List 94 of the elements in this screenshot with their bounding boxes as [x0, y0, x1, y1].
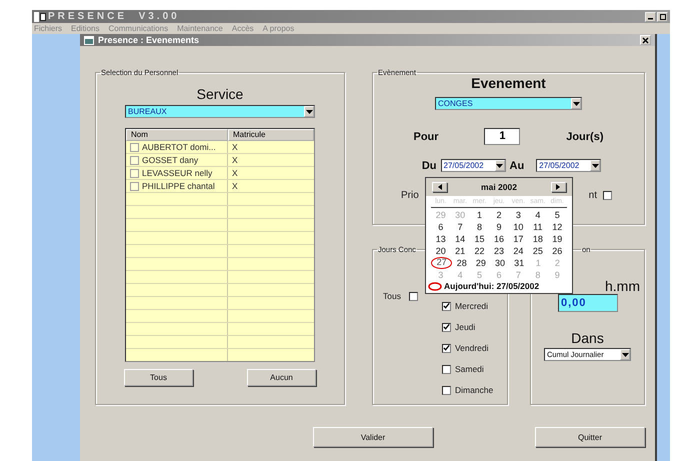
calendar-day[interactable]: 25	[528, 245, 548, 257]
calendar-day[interactable]: 7	[450, 221, 470, 233]
calendar-day[interactable]: 5	[548, 209, 567, 221]
select-all-button[interactable]: Tous	[124, 369, 193, 386]
maximize-button[interactable]	[657, 12, 668, 22]
day-label: Mercredi	[454, 301, 488, 311]
calendar-day[interactable]: 16	[489, 233, 509, 245]
to-date-picker[interactable]: 27/05/2002	[536, 159, 602, 172]
maximize-icon	[660, 14, 666, 20]
table-cell: LEVASSEUR nelly	[142, 168, 212, 178]
row-checkbox[interactable]	[130, 182, 139, 190]
calendar-day[interactable]: 6	[431, 221, 450, 233]
calendar-day[interactable]: 11	[528, 221, 548, 233]
calendar-day[interactable]: 12	[548, 221, 567, 233]
day-label: Jeudi	[454, 322, 476, 332]
calendar-month: mai 2002	[481, 182, 517, 192]
calendar-day[interactable]: 28	[452, 257, 472, 269]
select-none-button[interactable]: Aucun	[247, 369, 316, 386]
validate-button[interactable]: Valider	[313, 427, 433, 447]
app-logo-icon	[34, 12, 46, 22]
option-label: nt	[588, 190, 597, 201]
right-triangle-icon	[556, 184, 560, 190]
table-cell: AUBERTOT domi...	[142, 142, 216, 152]
calendar-day[interactable]: 1	[470, 209, 490, 221]
today-link[interactable]: Aujourd'hui: 27/05/2002	[444, 281, 540, 291]
close-icon	[642, 36, 649, 44]
calendar-day[interactable]: 29	[471, 257, 490, 269]
previous-month-button[interactable]	[432, 182, 447, 192]
today-circle-icon	[428, 282, 442, 290]
table-cell-text: X	[231, 141, 239, 153]
table-cell-text: X	[231, 180, 239, 192]
calendar-day[interactable]: 4	[528, 209, 548, 221]
option-checkbox[interactable]	[603, 191, 612, 200]
calendar-day[interactable]: 13	[431, 233, 450, 245]
calendar-day[interactable]: 26	[548, 245, 567, 257]
app-title: PRESENCE V3.00	[48, 11, 180, 22]
calendar-day[interactable]: 14	[450, 233, 470, 245]
event-heading: Evenement	[471, 75, 546, 91]
unit-heading: h.mm	[605, 278, 640, 294]
calendar-day[interactable]: 17	[508, 233, 528, 245]
from-label: Du	[422, 160, 436, 172]
to-label: Au	[510, 160, 524, 172]
day-label: Vendredi	[454, 343, 489, 353]
option-label: Prio	[401, 190, 419, 201]
days-unit-label: Jour(s)	[566, 130, 604, 142]
all-days-checkbox[interactable]	[408, 292, 418, 300]
service-heading: Service	[196, 86, 244, 102]
service-dropdown[interactable]: BUREAUX	[125, 105, 315, 118]
next-month-button[interactable]	[550, 182, 566, 192]
table-cell-text: X	[231, 167, 239, 179]
day-checkbox[interactable]	[442, 364, 451, 374]
dans-heading: Dans	[571, 330, 604, 346]
day-checkbox[interactable]	[442, 386, 451, 394]
day-label: Samedi	[454, 364, 484, 374]
table-cell: GOSSET dany	[142, 155, 198, 165]
calendar-day[interactable]: 18	[528, 233, 548, 245]
table-cell-text: X	[231, 154, 239, 166]
calendar-day[interactable]: 21	[450, 245, 470, 257]
calendar-day[interactable]: 19	[548, 233, 567, 245]
calendar-day[interactable]: 2	[489, 209, 509, 221]
calendar-day[interactable]: 22	[470, 245, 490, 257]
column-header[interactable]: Matricule	[228, 129, 314, 141]
calendar-day[interactable]: 31	[510, 257, 529, 269]
calendar-day[interactable]: 20	[431, 245, 450, 257]
left-triangle-icon	[438, 184, 442, 190]
day-label: Dimanche	[454, 385, 494, 395]
day-checkbox[interactable]	[442, 302, 451, 310]
quantity-field[interactable]: 0,00	[558, 294, 618, 312]
calendar-day[interactable]: 9	[489, 221, 509, 233]
row-checkbox[interactable]	[130, 142, 139, 152]
calendar-day[interactable]: 30	[490, 257, 510, 269]
row-checkbox[interactable]	[130, 168, 139, 178]
quit-button[interactable]: Quitter	[535, 427, 645, 447]
calendar-day[interactable]: 24	[508, 245, 528, 257]
calendar-day[interactable]: 8	[470, 221, 490, 233]
calendar-day[interactable]: 23	[489, 245, 509, 257]
event-type-dropdown[interactable]: CONGES	[435, 97, 582, 110]
close-button[interactable]	[640, 35, 651, 45]
day-checkbox[interactable]	[442, 322, 451, 332]
row-checkbox[interactable]	[130, 156, 139, 164]
calendar-day[interactable]: 3	[508, 209, 528, 221]
minimize-button[interactable]	[645, 12, 656, 22]
window-icon	[84, 36, 94, 44]
calendar-day[interactable]: 15	[470, 233, 490, 245]
all-days-label: Tous	[383, 291, 401, 301]
from-date-picker[interactable]: 27/05/2002	[440, 159, 506, 172]
table-cell: PHILLIPPE chantal	[142, 181, 215, 191]
pour-label: Pour	[414, 130, 439, 142]
days-field[interactable]: 1	[484, 128, 520, 145]
column-header[interactable]: Nom	[126, 129, 228, 141]
window-title: Presence : Evenements	[98, 35, 200, 45]
calendar-day[interactable]: 27	[431, 257, 452, 269]
calendar-day[interactable]: 10	[508, 221, 528, 233]
day-checkbox[interactable]	[442, 344, 451, 352]
